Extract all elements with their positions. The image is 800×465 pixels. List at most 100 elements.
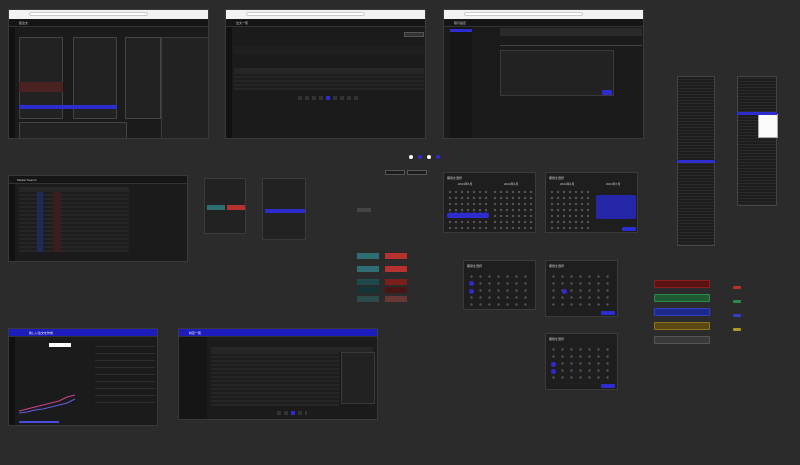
- range-band: [447, 213, 489, 218]
- dialog-confirm-button[interactable]: [265, 209, 305, 213]
- mini-board-2: [737, 76, 777, 206]
- order-list-frame: 注文一覧: [225, 9, 426, 139]
- carousel-dot[interactable]: [418, 155, 422, 159]
- order-history-frame: 約定一覧: [178, 328, 378, 420]
- tag-chip: [357, 208, 371, 212]
- current-page[interactable]: [291, 411, 295, 415]
- calendar-title: 期間を選択: [549, 176, 565, 180]
- order-dialog-2: [262, 178, 306, 240]
- selected-day[interactable]: [551, 362, 556, 367]
- app-bar: 約定一覧: [179, 329, 377, 337]
- sell-button-default[interactable]: [385, 253, 407, 259]
- buy-button-dark[interactable]: [357, 287, 379, 293]
- calendar-confirm-button[interactable]: [601, 384, 615, 388]
- calendar-title: 期間を選択: [467, 264, 483, 268]
- order-book-3: [125, 37, 161, 119]
- highlight-row: [19, 105, 117, 109]
- history-table: [211, 352, 339, 406]
- history-nav: [179, 337, 207, 419]
- address-bar[interactable]: [29, 12, 149, 16]
- selected-day[interactable]: [469, 289, 474, 294]
- trade-log: [19, 122, 127, 138]
- settings-card: [500, 50, 614, 96]
- address-bar[interactable]: [464, 12, 584, 16]
- calendar-confirm-button[interactable]: [622, 227, 636, 231]
- search-red-col: [53, 192, 61, 252]
- new-order-frame: 新しい注文を作成: [8, 328, 158, 426]
- buy-button-disabled[interactable]: [357, 296, 379, 302]
- carousel-dot[interactable]: [436, 155, 440, 159]
- save-button[interactable]: [602, 90, 612, 95]
- browser-chrome: [226, 10, 425, 19]
- mini-board-1-highlight: [677, 160, 715, 163]
- calendar-days: [549, 273, 615, 307]
- mini-board-2-popup: [758, 114, 778, 138]
- frame-title: 取引設定: [454, 21, 467, 25]
- search-highlight-col: [37, 192, 43, 252]
- sell-button-pressed[interactable]: [385, 279, 407, 285]
- calendar-title: 期間を選択: [447, 176, 463, 180]
- status-chip-error: [654, 280, 710, 288]
- current-page[interactable]: [326, 96, 330, 100]
- frame-title: 注文一覧: [236, 21, 249, 25]
- calendar-days-right: [492, 189, 534, 229]
- new-order-button[interactable]: [404, 32, 424, 37]
- market-search-frame: Market Search: [8, 175, 188, 262]
- date-range-picker-1[interactable]: 期間を選択 2024年5月 2024年6月: [443, 172, 536, 233]
- browser-chrome: [444, 10, 643, 19]
- sell-button-hover[interactable]: [385, 266, 407, 272]
- orders-table: [234, 72, 424, 90]
- side-rail: [9, 184, 15, 261]
- date-range-picker-2[interactable]: 期間を選択 2024年6月 2024年7月: [545, 172, 638, 233]
- app-bar: Market Search: [9, 176, 187, 184]
- color-swatch-blue: [733, 314, 741, 317]
- buy-button-pressed[interactable]: [357, 279, 379, 285]
- status-chip-warning: [654, 322, 710, 330]
- frame-title: Market Search: [17, 178, 37, 182]
- side-list: [95, 343, 155, 403]
- mini-board-2-highlight: [737, 112, 777, 115]
- carousel-dot[interactable]: [409, 155, 413, 159]
- dialog-sell-button[interactable]: [227, 205, 245, 210]
- search-input[interactable]: [49, 343, 71, 347]
- selected-day[interactable]: [551, 369, 556, 374]
- carousel-dot[interactable]: [427, 155, 431, 159]
- price-chart: [19, 394, 76, 414]
- color-swatch-green: [733, 300, 741, 303]
- side-rail: [9, 27, 15, 138]
- date-picker-3[interactable]: 期間を選択: [463, 260, 536, 310]
- status-chip-neutral: [654, 336, 710, 344]
- calendar-confirm-button[interactable]: [601, 311, 615, 315]
- date-picker-4[interactable]: 期間を選択: [545, 260, 618, 317]
- calendar-days: [467, 273, 533, 307]
- buy-button-default[interactable]: [357, 253, 379, 259]
- app-bar: 注文一覧: [226, 19, 425, 27]
- left-month: 2024年6月: [560, 182, 575, 186]
- settings-nav: [450, 27, 472, 138]
- settings-nav-active[interactable]: [450, 29, 472, 32]
- sell-button-dark[interactable]: [385, 287, 407, 293]
- address-bar[interactable]: [246, 12, 366, 16]
- chart-scrollbar[interactable]: [19, 421, 59, 423]
- dialog-buy-button[interactable]: [207, 205, 225, 210]
- buy-button-hover[interactable]: [357, 266, 379, 272]
- tag-chip: [407, 170, 427, 175]
- market-panel-frame: 板注文 買: [8, 9, 209, 139]
- frame-title: 約定一覧: [189, 331, 202, 335]
- selected-day[interactable]: [562, 289, 567, 294]
- status-chip-success: [654, 294, 710, 302]
- right-month: 2024年7月: [606, 182, 621, 186]
- browser-chrome: [9, 10, 208, 19]
- info-banner: [500, 28, 642, 36]
- color-swatch-yellow: [733, 328, 741, 331]
- date-picker-5[interactable]: 期間を選択: [545, 333, 618, 390]
- app-bar: 新しい注文を作成: [9, 329, 157, 337]
- app-bar: 取引設定: [444, 19, 643, 27]
- app-bar: 板注文: [9, 19, 208, 27]
- sell-button-disabled[interactable]: [385, 296, 407, 302]
- calendar-days-left: [549, 189, 591, 229]
- calendar-days: [549, 346, 615, 380]
- filter-bar: [234, 46, 424, 54]
- selected-day[interactable]: [469, 281, 474, 286]
- color-swatch-red: [733, 286, 741, 289]
